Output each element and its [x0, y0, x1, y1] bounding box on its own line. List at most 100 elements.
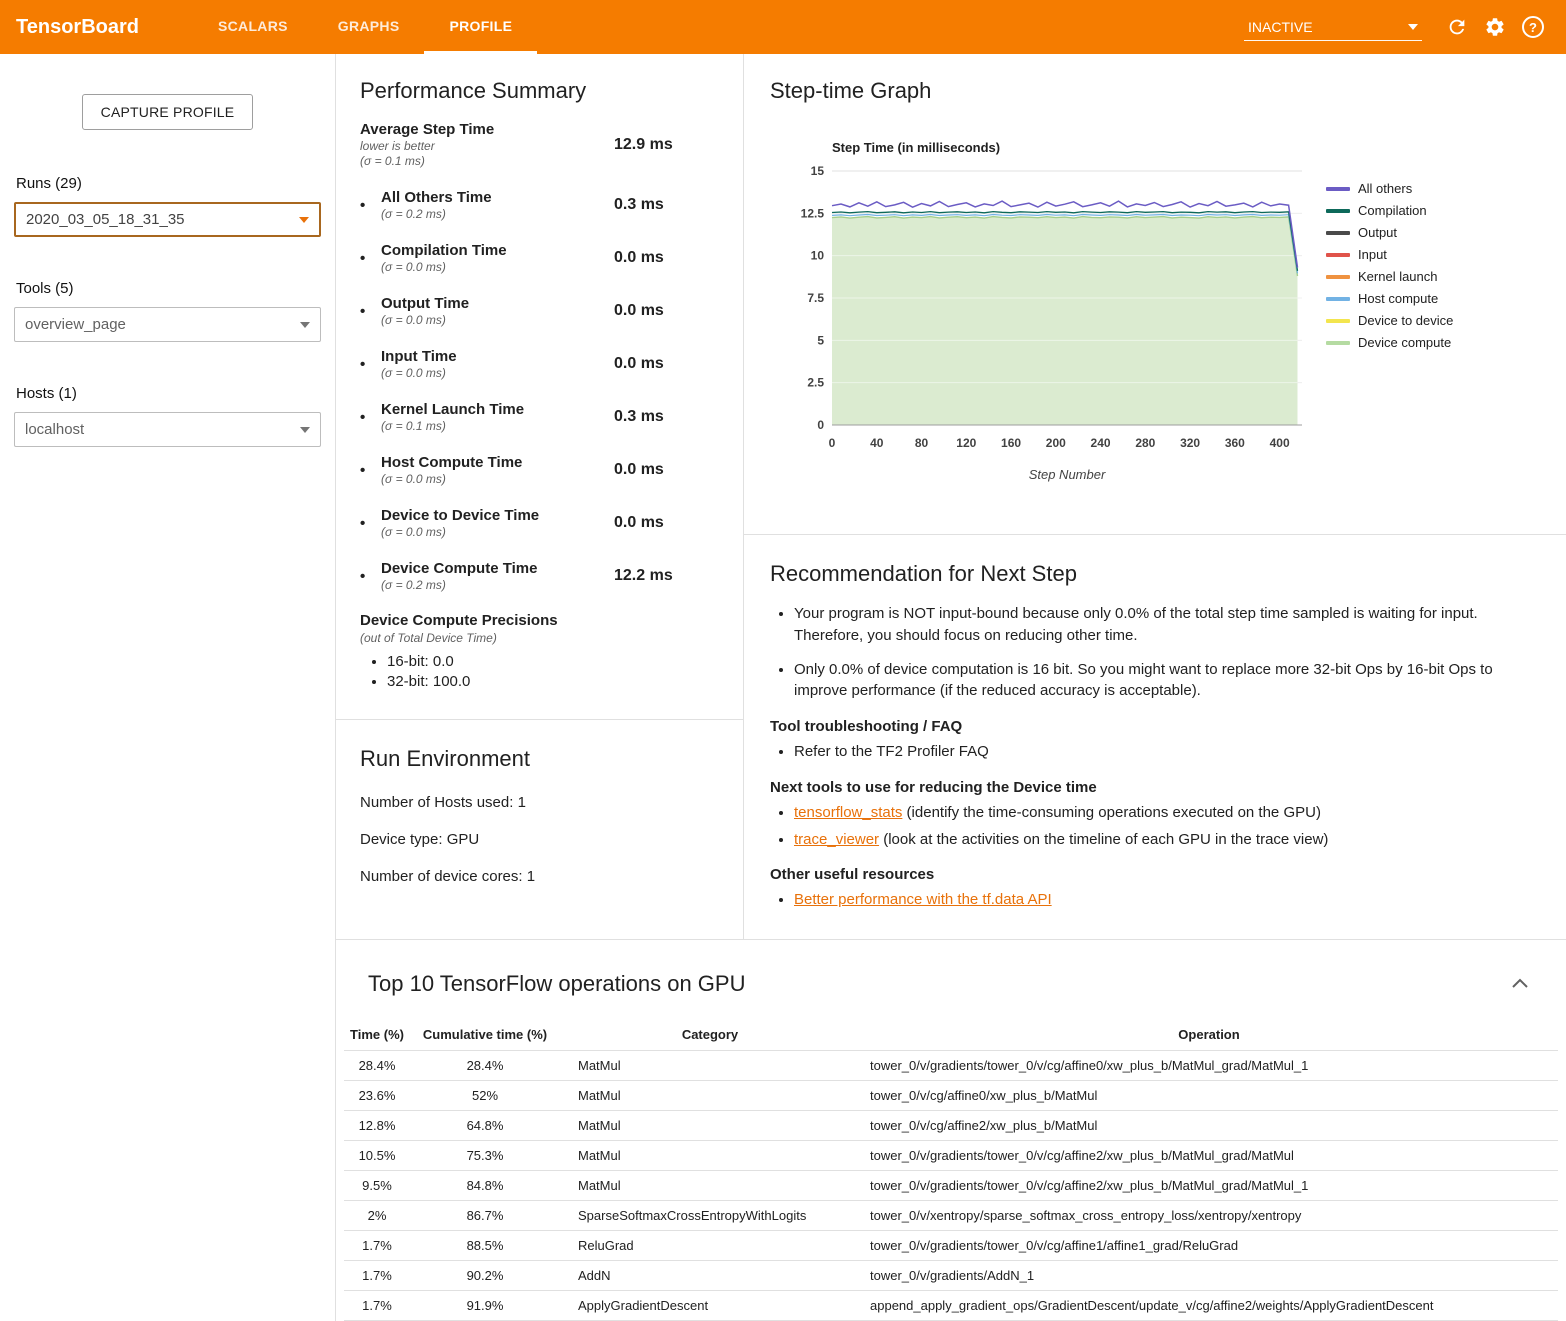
run-env-line: Number of Hosts used: 1	[360, 794, 719, 811]
legend-swatch-icon	[1326, 341, 1350, 345]
refresh-button[interactable]	[1438, 8, 1476, 46]
legend-swatch-icon	[1326, 209, 1350, 213]
refresh-icon	[1446, 16, 1468, 38]
recommendation-bullets: Your program is NOT input-bound because …	[794, 603, 1526, 702]
tools-select[interactable]: overview_page	[14, 307, 321, 342]
metric-value: 0.0 ms	[614, 355, 719, 373]
cell-category: MatMul	[560, 1141, 860, 1171]
legend-label: Kernel launch	[1358, 269, 1438, 284]
table-row: 1.7% 91.9% ApplyGradientDescent append_a…	[344, 1291, 1558, 1321]
legend-item: Compilation	[1326, 203, 1453, 218]
chart-title: Step Time (in milliseconds)	[832, 140, 1542, 155]
metric-row: • Compilation Time (σ = 0.0 ms) 0.0 ms	[360, 241, 719, 275]
metric-sigma: (σ = 0.0 ms)	[381, 525, 614, 540]
legend-swatch-icon	[1326, 187, 1350, 191]
metric-sigma: (σ = 0.1 ms)	[360, 154, 614, 169]
svg-text:240: 240	[1091, 436, 1111, 450]
legend-swatch-icon	[1326, 319, 1350, 323]
tab-graphs[interactable]: GRAPHS	[313, 0, 425, 54]
svg-text:360: 360	[1225, 436, 1245, 450]
metric-value: 12.2 ms	[614, 567, 719, 585]
legend-label: Output	[1358, 225, 1397, 240]
tab-scalars[interactable]: SCALARS	[193, 0, 313, 54]
cell-time: 10.5%	[344, 1141, 410, 1171]
step-time-graph-section: Step-time Graph Step Time (in millisecon…	[744, 54, 1566, 535]
svg-text:200: 200	[1046, 436, 1066, 450]
svg-text:7.5: 7.5	[807, 291, 824, 305]
cell-operation: tower_0/v/gradients/tower_0/v/cg/affine2…	[860, 1171, 1558, 1201]
link[interactable]: tensorflow_stats	[794, 804, 902, 821]
link[interactable]: Better performance with the tf.data API	[794, 891, 1052, 908]
cell-operation: tower_0/v/gradients/AddN_1	[860, 1261, 1558, 1291]
table-row: 12.8% 64.8% MatMul tower_0/v/cg/affine2/…	[344, 1111, 1558, 1141]
cell-operation: tower_0/v/gradients/tower_0/v/cg/affine2…	[860, 1141, 1558, 1171]
link[interactable]: trace_viewer	[794, 831, 879, 848]
cell-cumulative: 52%	[410, 1081, 560, 1111]
runs-select[interactable]: 2020_03_05_18_31_35	[14, 202, 321, 237]
nav-tabs: SCALARSGRAPHSPROFILE	[193, 0, 537, 54]
resources-heading: Other useful resources	[770, 866, 1526, 883]
cell-cumulative: 75.3%	[410, 1141, 560, 1171]
app-logo: TensorBoard	[16, 16, 139, 39]
svg-text:2.5: 2.5	[807, 376, 824, 390]
metric-label: Output Time	[381, 294, 614, 313]
recommendation-bullet: Only 0.0% of device computation is 16 bi…	[794, 659, 1526, 703]
svg-text:160: 160	[1001, 436, 1021, 450]
cell-cumulative: 84.8%	[410, 1171, 560, 1201]
svg-text:0: 0	[829, 436, 836, 450]
table-header-row: Time (%) Cumulative time (%) Category Op…	[344, 1019, 1558, 1051]
tools-select-value: overview_page	[25, 316, 126, 333]
cell-category: SparseSoftmaxCrossEntropyWithLogits	[560, 1201, 860, 1231]
step-time-graph-title: Step-time Graph	[770, 78, 1542, 104]
metric-row: • Kernel Launch Time (σ = 0.1 ms) 0.3 ms	[360, 400, 719, 434]
metric-value: 12.9 ms	[614, 136, 719, 154]
legend-label: Host compute	[1358, 291, 1438, 306]
legend-label: Device compute	[1358, 335, 1451, 350]
tool-links-list: tensorflow_stats (identify the time-cons…	[794, 802, 1526, 851]
legend-item: Host compute	[1326, 291, 1453, 306]
col-header-operation: Operation	[860, 1019, 1558, 1051]
svg-text:12.5: 12.5	[801, 206, 825, 220]
metric-value: 0.0 ms	[614, 302, 719, 320]
metric-row: • All Others Time (σ = 0.2 ms) 0.3 ms	[360, 188, 719, 222]
svg-text:80: 80	[915, 436, 929, 450]
cell-operation: tower_0/v/cg/affine0/xw_plus_b/MatMul	[860, 1081, 1558, 1111]
metric-note: lower is better	[360, 139, 614, 154]
app-header: TensorBoard SCALARSGRAPHSPROFILE INACTIV…	[0, 0, 1566, 54]
status-dropdown[interactable]: INACTIVE	[1244, 14, 1422, 41]
step-time-chart: 02.557.51012.515040801201602002402803203…	[792, 159, 1312, 489]
cell-time: 12.8%	[344, 1111, 410, 1141]
performance-summary-section: Performance Summary Average Step Time lo…	[336, 54, 743, 720]
table-row: 2% 86.7% SparseSoftmaxCrossEntropyWithLo…	[344, 1201, 1558, 1231]
hosts-select[interactable]: localhost	[14, 412, 321, 447]
chevron-down-icon	[300, 322, 310, 328]
metric-sigma: (σ = 0.2 ms)	[381, 207, 614, 222]
cell-operation: tower_0/v/gradients/tower_0/v/cg/affine1…	[860, 1231, 1558, 1261]
cell-time: 1.7%	[344, 1291, 410, 1321]
metric-row: • Host Compute Time (σ = 0.0 ms) 0.0 ms	[360, 453, 719, 487]
cell-time: 1.7%	[344, 1231, 410, 1261]
cell-operation: tower_0/v/xentropy/sparse_softmax_cross_…	[860, 1201, 1558, 1231]
precision-item: 32-bit: 100.0	[387, 673, 719, 690]
metric-sigma: (σ = 0.2 ms)	[381, 578, 614, 593]
bullet-icon: •	[360, 515, 381, 532]
metric-label: Kernel Launch Time	[381, 400, 614, 419]
settings-button[interactable]	[1476, 8, 1514, 46]
cell-operation: append_apply_gradient_ops/GradientDescen…	[860, 1291, 1558, 1321]
gear-icon	[1484, 16, 1506, 38]
runs-select-value: 2020_03_05_18_31_35	[26, 211, 185, 228]
precisions-subtitle: (out of Total Device Time)	[360, 631, 719, 645]
cell-category: MatMul	[560, 1081, 860, 1111]
top-ops-table: Time (%) Cumulative time (%) Category Op…	[344, 1019, 1558, 1321]
metric-label: All Others Time	[381, 188, 614, 207]
svg-text:15: 15	[811, 164, 825, 178]
help-button[interactable]: ?	[1514, 8, 1552, 46]
metric-value: 0.0 ms	[614, 514, 719, 532]
main-content: Performance Summary Average Step Time lo…	[335, 54, 1566, 1321]
tab-profile[interactable]: PROFILE	[424, 0, 537, 54]
capture-profile-button[interactable]: CAPTURE PROFILE	[82, 94, 254, 130]
list-item: Better performance with the tf.data API	[794, 889, 1526, 911]
legend-label: Compilation	[1358, 203, 1427, 218]
bullet-icon: •	[360, 409, 381, 426]
collapse-section-button[interactable]	[1506, 970, 1534, 997]
